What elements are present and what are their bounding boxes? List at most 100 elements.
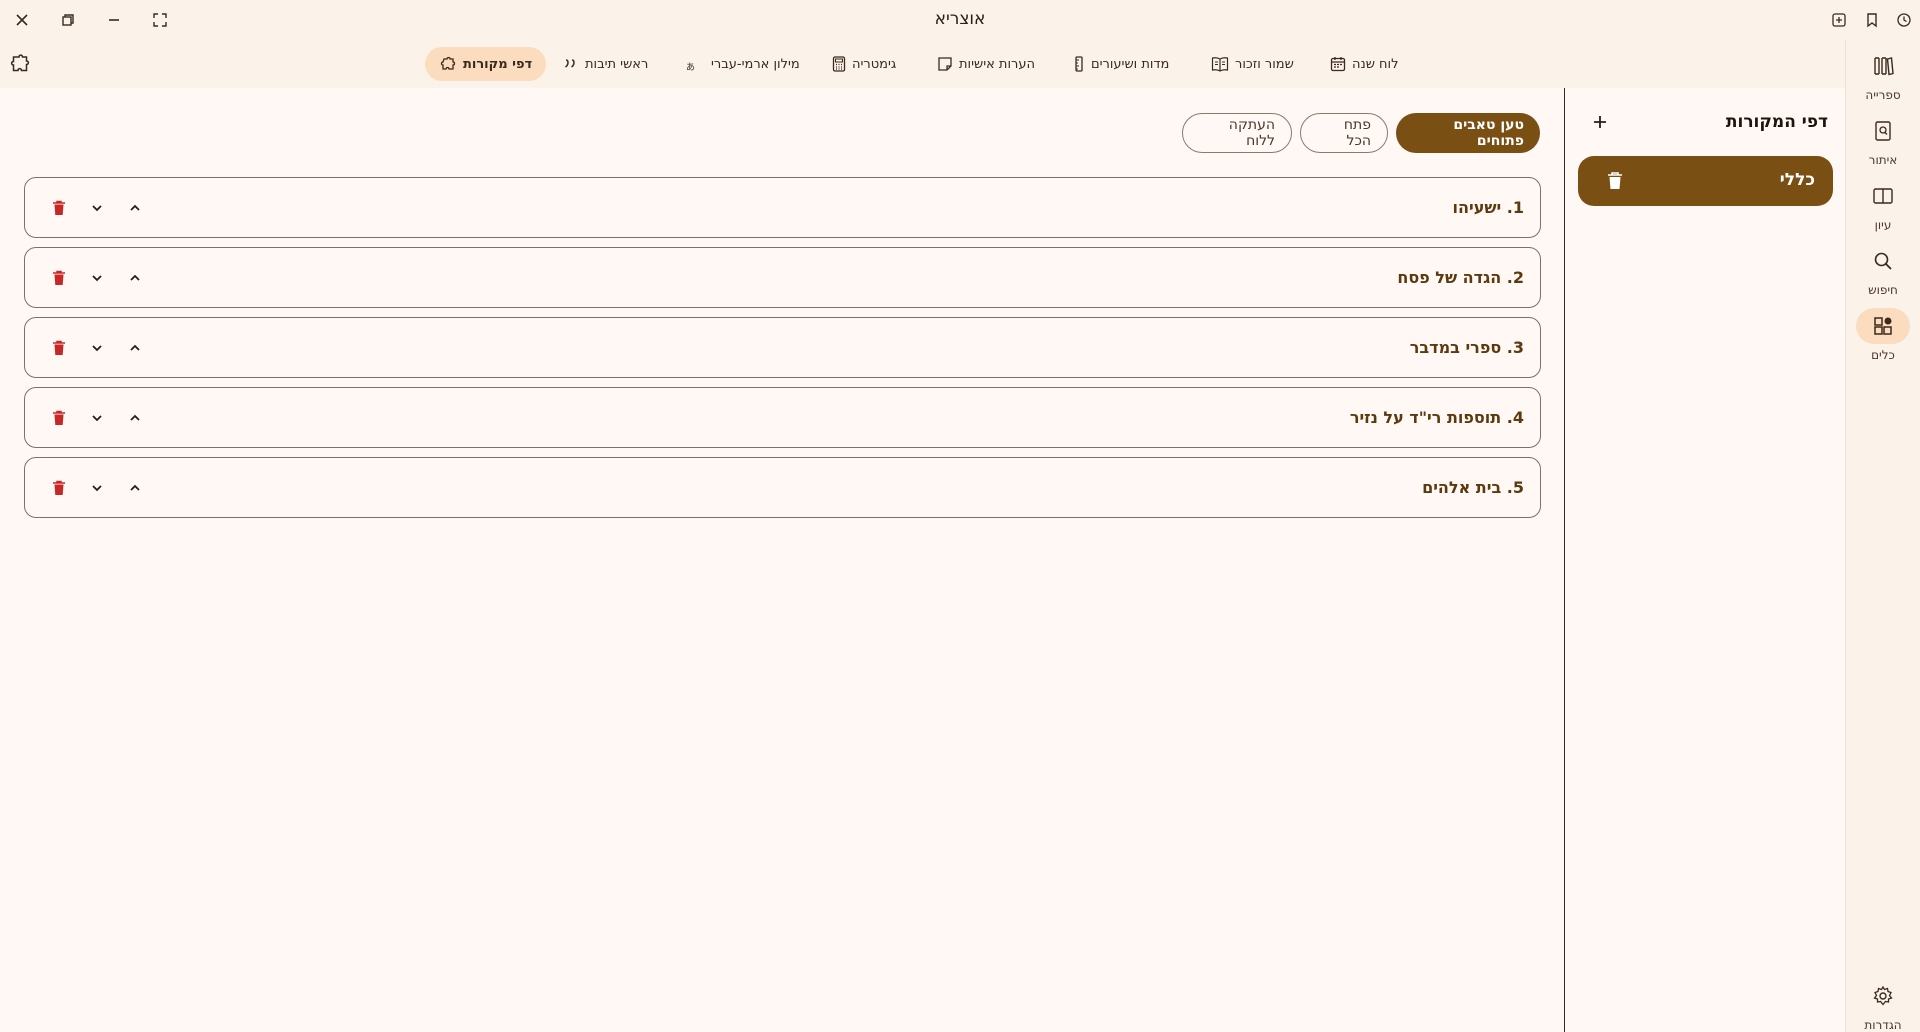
app-title: אוצריא <box>934 9 986 29</box>
open-book-icon <box>1211 57 1229 72</box>
rail-label: חיפוש <box>1868 283 1898 297</box>
delete-source-button[interactable] <box>47 476 71 500</box>
tool-label: הערות אישיות <box>959 56 1035 72</box>
trash-icon <box>53 340 65 355</box>
tool-label: שמור וזכור <box>1235 56 1294 72</box>
chevron-up-icon <box>130 274 140 281</box>
translate-icon: Aあ <box>687 59 695 72</box>
side-panel-title: דפי המקורות <box>1725 112 1828 132</box>
new-tab-icon[interactable] <box>1827 8 1851 32</box>
tool-shamor-vezachor[interactable]: שמור וזכור <box>1197 47 1308 81</box>
chevron-down-icon <box>92 275 102 282</box>
tool-personal-notes[interactable]: הערות אישיות <box>923 47 1049 81</box>
move-down-button[interactable] <box>85 266 109 290</box>
reading-icon <box>1856 178 1910 214</box>
move-down-button[interactable] <box>85 196 109 220</box>
rail-item-find[interactable]: איתור <box>1852 113 1914 175</box>
sheet-item[interactable]: כללי <box>1578 156 1833 206</box>
source-title: 4. תוספות רי"ד על נזיר <box>1349 408 1524 427</box>
ruler-icon <box>1075 56 1083 72</box>
rail-item-tools[interactable]: כלים <box>1852 308 1914 370</box>
move-down-button[interactable] <box>85 476 109 500</box>
plus-icon <box>1594 116 1606 128</box>
chevron-down-icon <box>92 345 102 352</box>
tools-icon <box>1856 308 1910 344</box>
source-list-item[interactable]: 4. תוספות רי"ד על נזיר <box>24 387 1541 448</box>
move-down-button[interactable] <box>85 336 109 360</box>
tools-toolbar: לוח שנה שמור וזכור מדות ושיעורים הערות א… <box>0 40 1845 88</box>
tool-label: ראשי תיבות <box>585 56 649 72</box>
chevron-down-icon <box>92 205 102 212</box>
tool-label: גימטריה <box>852 56 897 72</box>
move-down-button[interactable] <box>85 406 109 430</box>
source-list-item[interactable]: 5. בית אלהים <box>24 457 1541 518</box>
title-bar: אוצריא <box>0 0 1920 40</box>
find-book-icon <box>1856 113 1910 149</box>
chevron-up-icon <box>130 484 140 491</box>
move-up-button[interactable] <box>123 266 147 290</box>
tool-label: מדות ושיעורים <box>1091 56 1170 72</box>
rail-item-library[interactable]: ספרייה <box>1852 48 1914 110</box>
svg-text:あ: あ <box>687 62 695 72</box>
delete-source-button[interactable] <box>47 196 71 220</box>
source-title: 3. ספרי במדבר <box>1409 338 1524 357</box>
source-list-item[interactable]: 2. הגדה של פסח <box>24 247 1541 308</box>
puzzle-icon <box>440 56 456 70</box>
add-sheet-button[interactable] <box>1588 110 1612 134</box>
source-list-item[interactable]: 3. ספרי במדבר <box>24 317 1541 378</box>
chevron-up-icon <box>130 344 140 351</box>
source-list-item[interactable]: 1. ישעיהו <box>24 177 1541 238</box>
chevron-up-icon <box>130 204 140 211</box>
puzzle-settings-icon[interactable] <box>8 52 32 76</box>
tool-label: מילון ארמי-עברי <box>711 56 800 72</box>
move-up-button[interactable] <box>123 476 147 500</box>
rail-label: עיון <box>1874 218 1892 232</box>
trash-icon <box>53 410 65 425</box>
search-icon <box>1856 243 1910 279</box>
rail-label: כלים <box>1871 348 1895 362</box>
chevron-down-icon <box>92 485 102 492</box>
chevron-down-icon <box>92 415 102 422</box>
delete-source-button[interactable] <box>47 406 71 430</box>
tool-measures[interactable]: מדות ושיעורים <box>1059 47 1183 81</box>
move-up-button[interactable] <box>123 406 147 430</box>
trash-icon <box>1608 172 1622 189</box>
tool-abbreviations[interactable]: ראשי תיבות <box>549 47 662 81</box>
source-title: 2. הגדה של פסח <box>1397 268 1524 287</box>
calendar-icon <box>1330 57 1346 72</box>
trash-icon <box>53 270 65 285</box>
move-up-button[interactable] <box>123 196 147 220</box>
rail-item-search[interactable]: חיפוש <box>1852 243 1914 305</box>
delete-sheet-button[interactable] <box>1606 171 1624 191</box>
quote-icon <box>565 59 575 68</box>
delete-source-button[interactable] <box>47 336 71 360</box>
bookmark-icon[interactable] <box>1860 8 1884 32</box>
load-open-tabs-button[interactable]: טען טאבים פתוחים <box>1396 113 1540 153</box>
sheet-item-label: כללי <box>1779 170 1815 190</box>
tool-gematria[interactable]: גימטריה <box>818 47 910 81</box>
tool-label: לוח שנה <box>1352 56 1399 72</box>
rail-label: ספרייה <box>1865 88 1901 102</box>
navigation-rail: ספרייה איתור עיון חיפוש כלים הגדרות <box>1845 40 1920 1032</box>
calculator-icon <box>832 56 846 72</box>
rail-label: איתור <box>1868 153 1898 167</box>
rail-label: הגדרות <box>1864 1018 1902 1032</box>
delete-source-button[interactable] <box>47 266 71 290</box>
chevron-up-icon <box>130 414 140 421</box>
note-icon <box>938 57 952 71</box>
move-up-button[interactable] <box>123 336 147 360</box>
panel-divider[interactable] <box>1564 88 1565 1032</box>
tool-source-sheets[interactable]: דפי מקורות <box>425 47 547 81</box>
tool-label: דפי מקורות <box>463 56 533 72</box>
source-title: 5. בית אלהים <box>1422 478 1524 497</box>
rail-item-settings[interactable]: הגדרות <box>1852 978 1914 1032</box>
copy-to-clipboard-button[interactable]: העתקה ללוח <box>1182 113 1292 153</box>
source-title: 1. ישעיהו <box>1452 198 1524 217</box>
trash-icon <box>53 200 65 215</box>
tool-calendar[interactable]: לוח שנה <box>1316 47 1412 81</box>
rail-item-reading[interactable]: עיון <box>1852 178 1914 240</box>
open-all-button[interactable]: פתח הכל <box>1300 113 1388 153</box>
tool-aramaic-dictionary[interactable]: Aあ מילון ארמי-עברי <box>673 47 814 81</box>
history-icon[interactable] <box>1892 8 1916 32</box>
trash-icon <box>53 480 65 495</box>
